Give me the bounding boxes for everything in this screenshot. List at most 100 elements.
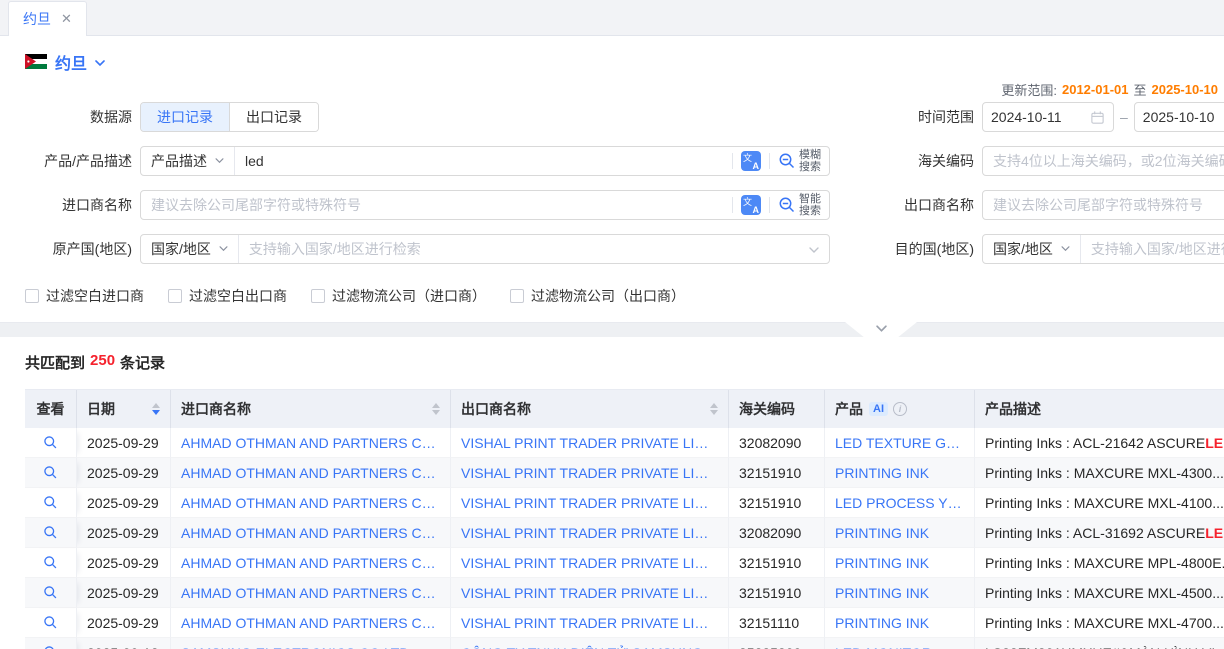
hs-code-cell: 32082090 bbox=[729, 428, 825, 458]
description-text: Printing Inks : ACL-31692 ASCURE bbox=[985, 525, 1205, 541]
tab-close-icon[interactable]: ✕ bbox=[61, 11, 72, 27]
exporter-link[interactable]: VISHAL PRINT TRADER PRIVATE LIMITED bbox=[461, 495, 718, 511]
checkbox-label: 过滤空白出口商 bbox=[189, 286, 287, 306]
importer-cell: AHMAD OTHMAN AND PARTNERS COMPA... bbox=[171, 518, 451, 548]
product-link[interactable]: LED TEXTURE GLOSS ... bbox=[835, 435, 964, 451]
summary-count: 250 bbox=[90, 352, 115, 373]
fuzzy-search-icon[interactable] bbox=[778, 152, 796, 170]
product-link[interactable]: PRINTING INK bbox=[835, 555, 929, 571]
sort-date-icon[interactable] bbox=[152, 403, 160, 415]
time-range-label: 时间范围 bbox=[830, 107, 982, 127]
view-detail-button[interactable] bbox=[43, 615, 58, 630]
description-text: Printing Inks : MAXCURE MXL-4700... bbox=[985, 615, 1224, 631]
checkbox-icon[interactable] bbox=[311, 289, 325, 303]
update-range: 更新范围: 2012-01-01 至 2025-10-10 bbox=[0, 80, 1224, 98]
exporter-link[interactable]: VISHAL PRINT TRADER PRIVATE LIMITED bbox=[461, 585, 718, 601]
checkbox-icon[interactable] bbox=[25, 289, 39, 303]
update-range-to-word: 至 bbox=[1133, 80, 1146, 99]
product-link[interactable]: LED PROCESS YELLOW... bbox=[835, 495, 964, 511]
tab-jordan[interactable]: 约旦 ✕ bbox=[8, 1, 87, 36]
product-link[interactable]: PRINTING INK bbox=[835, 585, 929, 601]
dest-country-input[interactable] bbox=[1081, 235, 1224, 263]
translate-icon[interactable]: 文A bbox=[741, 195, 761, 215]
importer-link[interactable]: AHMAD OTHMAN AND PARTNERS COMPA... bbox=[181, 465, 440, 481]
ai-badge: AI bbox=[869, 402, 888, 416]
importer-link[interactable]: AHMAD OTHMAN AND PARTNERS COMPA... bbox=[181, 525, 440, 541]
importer-input[interactable] bbox=[141, 191, 724, 219]
origin-country-select[interactable]: 国家/地区 bbox=[141, 235, 239, 263]
exporter-link[interactable]: VISHAL PRINT TRADER PRIVATE LIMITED bbox=[461, 465, 718, 481]
view-detail-button[interactable] bbox=[43, 645, 58, 649]
tab-title: 约旦 bbox=[23, 9, 51, 29]
time-range-end-value: 2025-10-10 bbox=[1143, 109, 1224, 125]
fuzzy-search-label[interactable]: 模糊搜索 bbox=[799, 149, 821, 173]
info-icon[interactable]: i bbox=[893, 402, 907, 416]
filter-checkbox-3[interactable]: 过滤物流公司（出口商） bbox=[510, 286, 685, 306]
datasource-import-option[interactable]: 进口记录 bbox=[141, 103, 229, 131]
header-date[interactable]: 日期 bbox=[77, 390, 171, 428]
importer-cell: AHMAD OTHMAN AND PARTNERS COMPA... bbox=[171, 548, 451, 578]
header-importer[interactable]: 进口商名称 bbox=[171, 390, 451, 428]
filter-checkbox-2[interactable]: 过滤物流公司（进口商） bbox=[311, 286, 486, 306]
importer-link[interactable]: AHMAD OTHMAN AND PARTNERS COMPA... bbox=[181, 615, 440, 631]
exporter-link[interactable]: VISHAL PRINT TRADER PRIVATE LIMITED bbox=[461, 435, 718, 451]
view-detail-button[interactable] bbox=[43, 435, 58, 450]
chevron-down-icon[interactable] bbox=[809, 241, 829, 257]
smart-search-icon[interactable] bbox=[778, 196, 796, 214]
product-link[interactable]: PRINTING INK bbox=[835, 615, 929, 631]
chevron-down-icon[interactable] bbox=[95, 54, 105, 70]
form-row-datasource: 数据源 进口记录 出口记录 时间范围 2024-10-11 – 2025-10-… bbox=[0, 102, 1224, 132]
description-text: Printing Inks : MAXCURE MXL-4300... bbox=[985, 465, 1224, 481]
hs-code-input[interactable] bbox=[983, 147, 1224, 175]
collapse-panel-handle[interactable] bbox=[845, 322, 917, 337]
filter-checkbox-0[interactable]: 过滤空白进口商 bbox=[25, 286, 144, 306]
divider bbox=[732, 153, 733, 169]
exporter-link[interactable]: VISHAL PRINT TRADER PRIVATE LIMITED bbox=[461, 555, 718, 571]
exporter-link[interactable]: VISHAL PRINT TRADER PRIVATE LIMITED bbox=[461, 525, 718, 541]
time-range-start-input[interactable]: 2024-10-11 bbox=[982, 102, 1114, 132]
exporter-link[interactable]: VISHAL PRINT TRADER PRIVATE LIMITED bbox=[461, 615, 718, 631]
product-link[interactable]: PRINTING INK bbox=[835, 525, 929, 541]
datasource-export-option[interactable]: 出口记录 bbox=[229, 103, 318, 131]
view-detail-button[interactable] bbox=[43, 585, 58, 600]
importer-link[interactable]: AHMAD OTHMAN AND PARTNERS COMPA... bbox=[181, 495, 440, 511]
description-cell: Printing Inks : ACL-21642 ASCURE LE... bbox=[975, 428, 1224, 458]
origin-country-input[interactable] bbox=[239, 235, 809, 263]
exporter-input[interactable] bbox=[983, 191, 1224, 219]
view-detail-button[interactable] bbox=[43, 465, 58, 480]
importer-link[interactable]: AHMAD OTHMAN AND PARTNERS COMPA... bbox=[181, 435, 440, 451]
summary-prefix: 共匹配到 bbox=[25, 352, 85, 373]
importer-cell: AHMAD OTHMAN AND PARTNERS COMPA... bbox=[171, 428, 451, 458]
sort-exporter-icon[interactable] bbox=[710, 403, 718, 415]
filter-checkbox-1[interactable]: 过滤空白出口商 bbox=[168, 286, 287, 306]
exporter-link[interactable]: CÔNG TY TNHH ĐIỆN TỬ SAMSUNG HCMC... bbox=[461, 645, 718, 649]
country-name[interactable]: 约旦 bbox=[55, 50, 87, 74]
product-link[interactable]: LED MONITOR bbox=[835, 645, 932, 649]
product-search-input[interactable] bbox=[235, 147, 724, 175]
product-type-select[interactable]: 产品描述 bbox=[141, 147, 235, 175]
hs-code-cell: 32151110 bbox=[729, 608, 825, 638]
view-detail-button[interactable] bbox=[43, 555, 58, 570]
dest-country-select[interactable]: 国家/地区 bbox=[983, 235, 1081, 263]
view-detail-button[interactable] bbox=[43, 525, 58, 540]
time-range-end-input[interactable]: 2025-10-10 bbox=[1134, 102, 1224, 132]
importer-link[interactable]: AHMAD OTHMAN AND PARTNERS COMPA... bbox=[181, 585, 440, 601]
checkbox-icon[interactable] bbox=[510, 289, 524, 303]
product-link[interactable]: PRINTING INK bbox=[835, 465, 929, 481]
sort-importer-icon[interactable] bbox=[432, 403, 440, 415]
table-row: 2025-09-29 AHMAD OTHMAN AND PARTNERS COM… bbox=[25, 518, 1224, 548]
checkbox-icon[interactable] bbox=[168, 289, 182, 303]
smart-search-label[interactable]: 智能搜索 bbox=[799, 193, 821, 217]
importer-link[interactable]: SAMSUNG ELECTRONICS CO LTD bbox=[181, 645, 409, 649]
importer-search-box: 文A 智能搜索 bbox=[140, 190, 830, 220]
chevron-down-icon bbox=[215, 158, 224, 164]
filter-checkbox-row: 过滤空白进口商 过滤空白出口商 过滤物流公司（进口商） 过滤物流公司（出口商） bbox=[0, 286, 1224, 306]
importer-link[interactable]: AHMAD OTHMAN AND PARTNERS COMPA... bbox=[181, 555, 440, 571]
table-row: 2025-09-29 AHMAD OTHMAN AND PARTNERS COM… bbox=[25, 488, 1224, 518]
translate-icon[interactable]: 文A bbox=[741, 151, 761, 171]
view-detail-button[interactable] bbox=[43, 495, 58, 510]
description-cell: Printing Inks : MAXCURE MPL-4800E... bbox=[975, 548, 1224, 578]
header-exporter[interactable]: 出口商名称 bbox=[451, 390, 729, 428]
header-hs-code: 海关编码 bbox=[729, 390, 825, 428]
hs-code-cell: 32151910 bbox=[729, 488, 825, 518]
